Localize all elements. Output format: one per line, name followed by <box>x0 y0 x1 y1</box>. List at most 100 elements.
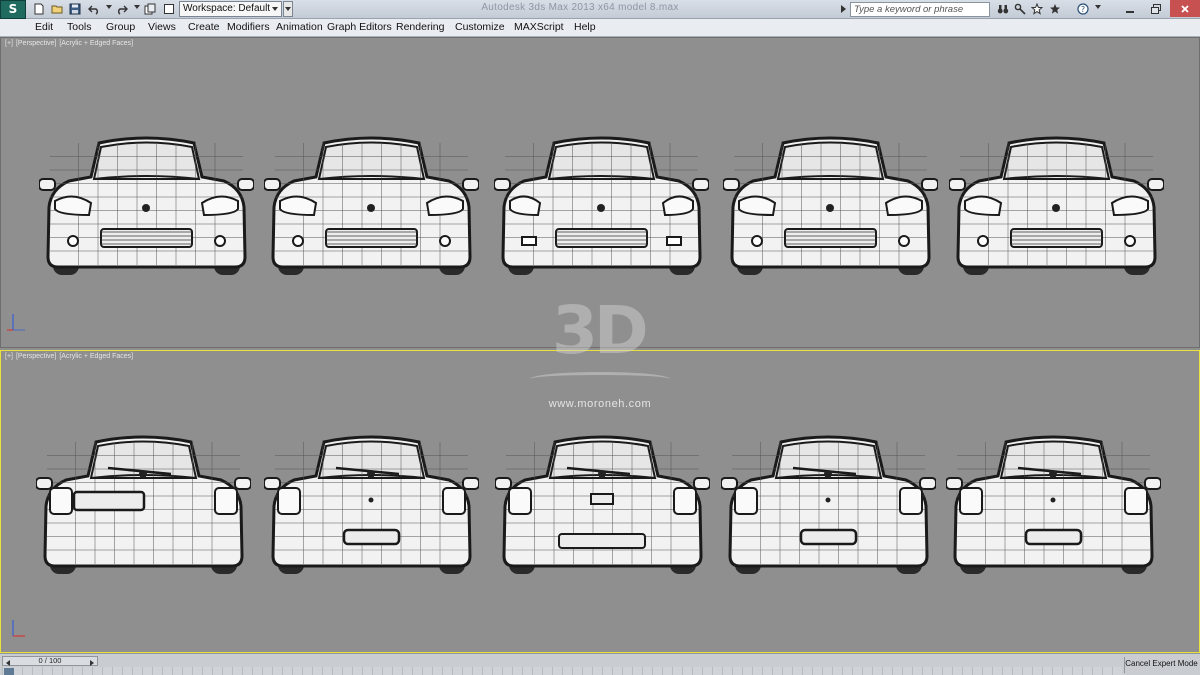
badge <box>598 470 606 478</box>
close-icon[interactable] <box>1170 0 1200 17</box>
hold-icon[interactable] <box>160 1 178 17</box>
viewport-point-of-view[interactable]: [Perspective] <box>16 353 56 360</box>
rear-lock <box>1050 497 1056 503</box>
track-bar[interactable] <box>2 667 1122 675</box>
menu-views[interactable]: Views <box>148 21 176 33</box>
menu-maxscript[interactable]: MAXScript <box>514 21 564 33</box>
car-rear-2[interactable] <box>264 428 479 578</box>
key-tools-icon[interactable] <box>1011 1 1028 17</box>
favorites-icon[interactable] <box>1046 1 1063 17</box>
car-front-4[interactable] <box>723 129 938 279</box>
viewport-point-of-view[interactable]: [Perspective] <box>16 40 56 47</box>
workspace-dropdown[interactable]: Workspace: Default <box>179 1 282 17</box>
car-rear-4[interactable] <box>721 428 936 578</box>
mirror-left <box>36 477 53 490</box>
search-input[interactable]: Type a keyword or phrase <box>850 2 990 17</box>
car-rear-5[interactable] <box>946 428 1161 578</box>
viewport-menu-plus[interactable]: [+] <box>5 353 13 360</box>
car-rear-3[interactable] <box>495 428 710 578</box>
car-window <box>1002 141 1111 181</box>
headlight-right <box>425 195 464 217</box>
redo-dropdown-icon[interactable] <box>134 5 140 9</box>
car-front-3[interactable] <box>494 129 709 279</box>
badge <box>367 204 375 212</box>
viewport-label[interactable]: [+] [Perspective] [Acrylic + Edged Faces… <box>5 40 134 47</box>
workspace-menu-button[interactable] <box>283 1 293 17</box>
menu-graph-editors[interactable]: Graph Editors <box>327 21 392 33</box>
restore-icon[interactable] <box>1143 0 1169 17</box>
menu-modifiers[interactable]: Modifiers <box>227 21 270 33</box>
car-rear-1[interactable] <box>36 428 251 578</box>
chevron-down-icon <box>272 7 278 11</box>
viewport-bottom[interactable]: [+] [Perspective] [Acrylic + Edged Faces… <box>0 350 1200 653</box>
mirror-right <box>692 178 709 191</box>
redo-icon[interactable] <box>113 1 131 17</box>
car-front-5[interactable] <box>949 129 1164 279</box>
time-slider[interactable]: 0 / 100 <box>2 656 98 666</box>
menu-rendering[interactable]: Rendering <box>396 21 444 33</box>
plate-recess <box>799 528 858 546</box>
help-dropdown-icon[interactable] <box>1095 5 1101 9</box>
headlight-left <box>738 195 777 217</box>
car-front-1[interactable] <box>39 129 254 279</box>
menu-edit[interactable]: Edit <box>35 21 53 33</box>
badge <box>367 470 375 478</box>
viewport-top[interactable]: [+] [Perspective] [Acrylic + Edged Faces… <box>0 37 1200 348</box>
headlight-right <box>200 195 239 217</box>
tail-light-right <box>1124 487 1148 515</box>
menu-animation[interactable]: Animation <box>276 21 323 33</box>
track-bar-key-icon[interactable] <box>4 668 14 675</box>
open-icon[interactable] <box>48 1 66 17</box>
tail-light-right <box>673 487 697 515</box>
mirror-left <box>495 477 512 490</box>
time-bar: 0 / 100 Cancel Expert Mode <box>0 653 1200 675</box>
badge <box>142 204 150 212</box>
badge <box>1052 204 1060 212</box>
mirror-right <box>1147 178 1164 191</box>
viewport-menu-plus[interactable]: [+] <box>5 40 13 47</box>
svg-text:?: ? <box>1080 5 1084 14</box>
chevron-left-icon[interactable] <box>6 660 10 666</box>
viewport-shading-mode[interactable]: [Acrylic + Edged Faces] <box>59 40 133 47</box>
menu-tools[interactable]: Tools <box>67 21 92 33</box>
viewport-label[interactable]: [+] [Perspective] [Acrylic + Edged Faces… <box>5 353 134 360</box>
tail-light-right <box>442 487 466 515</box>
cancel-expert-mode-button[interactable]: Cancel Expert Mode <box>1124 657 1198 673</box>
mirror-left <box>949 178 966 191</box>
headlight-left <box>509 195 542 217</box>
menu-customize[interactable]: Customize <box>455 21 505 33</box>
fog-lamp-right <box>214 235 226 247</box>
fog-lamp-right <box>666 236 682 246</box>
app-window: S Workspace: Default Autodesk 3ds Max 20… <box>0 0 1200 675</box>
minimize-icon[interactable] <box>1117 0 1143 17</box>
search-expand-icon[interactable] <box>841 5 846 13</box>
menu-group[interactable]: Group <box>106 21 135 33</box>
fog-lamp-right <box>439 235 451 247</box>
mirror-left <box>264 477 281 490</box>
menu-create[interactable]: Create <box>188 21 220 33</box>
star-icon[interactable] <box>1028 1 1045 17</box>
project-folder-icon[interactable] <box>141 1 159 17</box>
chevron-right-icon[interactable] <box>90 660 94 666</box>
viewport-shading-mode[interactable]: [Acrylic + Edged Faces] <box>59 353 133 360</box>
plate-recess <box>342 528 401 546</box>
rear-lock <box>368 497 374 503</box>
help-icon[interactable]: ? <box>1074 1 1091 17</box>
save-icon[interactable] <box>66 1 84 17</box>
mirror-right <box>462 477 479 490</box>
undo-icon[interactable] <box>85 1 103 17</box>
new-icon[interactable] <box>30 1 48 17</box>
mirror-left <box>264 178 281 191</box>
mirror-right <box>237 178 254 191</box>
undo-dropdown-icon[interactable] <box>106 5 112 9</box>
mirror-right <box>462 178 479 191</box>
rear-lock <box>825 497 831 503</box>
mirror-right <box>919 477 936 490</box>
headlight-right <box>884 195 923 217</box>
fog-lamp-right <box>1124 235 1136 247</box>
binoculars-icon[interactable] <box>994 1 1011 17</box>
plate-recess <box>1024 528 1083 546</box>
menu-help[interactable]: Help <box>574 21 596 33</box>
car-front-2[interactable] <box>264 129 479 279</box>
app-logo[interactable]: S <box>0 0 26 19</box>
